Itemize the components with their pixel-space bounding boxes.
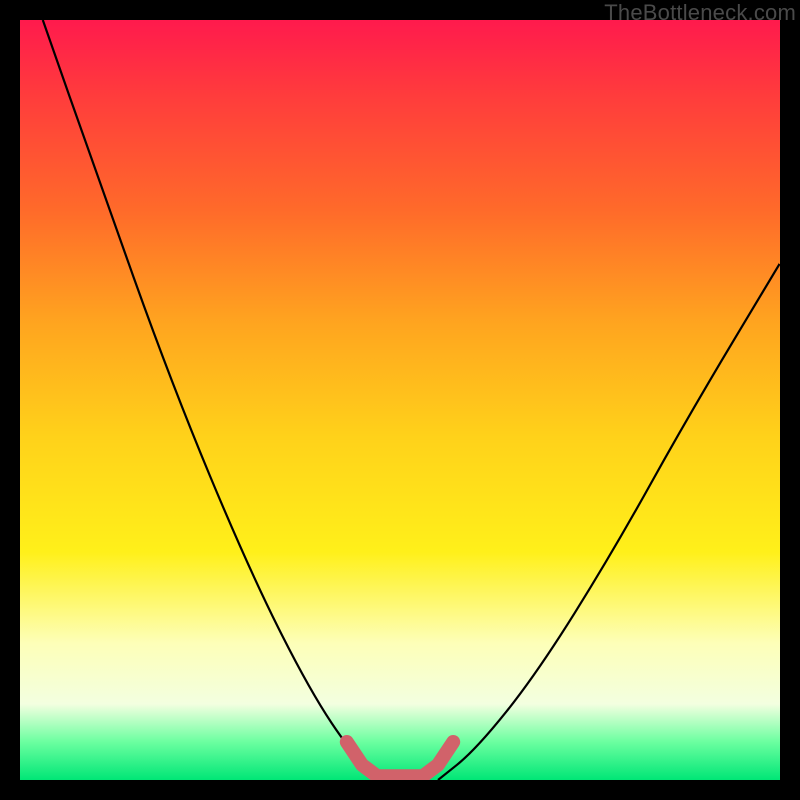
watermark-text: TheBottleneck.com <box>604 0 796 26</box>
bottom-marker <box>347 742 453 776</box>
left-curve <box>43 20 385 780</box>
right-curve <box>438 263 780 780</box>
plot-area <box>20 20 780 780</box>
chart-frame: TheBottleneck.com <box>0 0 800 800</box>
curve-layer <box>20 20 780 780</box>
